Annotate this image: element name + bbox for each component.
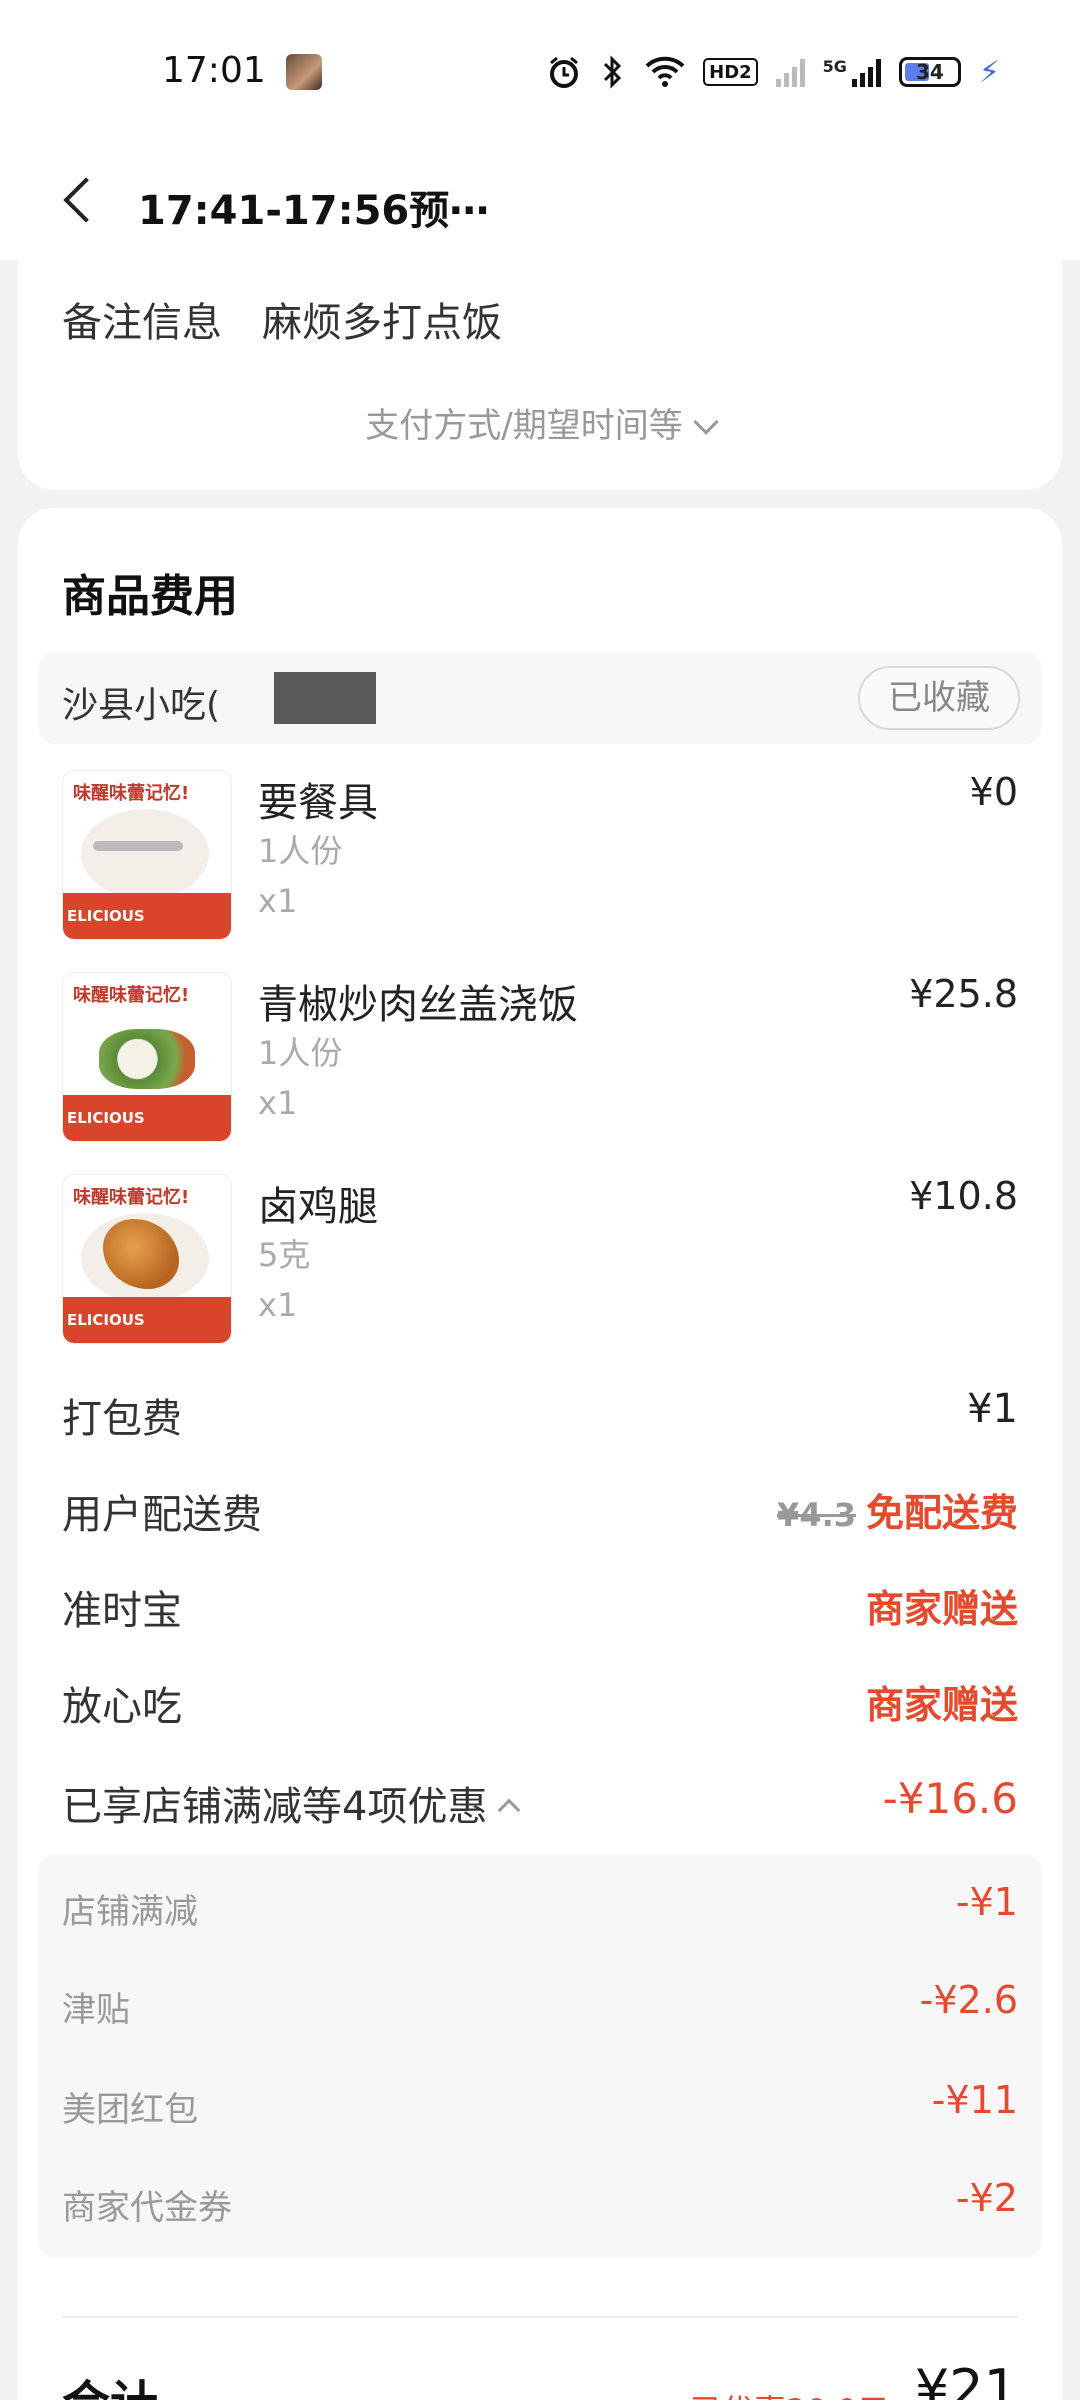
chevron-down-icon (693, 409, 719, 435)
discount-row: 商家代金券 -¥2 (62, 2170, 1018, 2230)
discount-value: -¥2.6 (919, 1978, 1018, 2022)
fee-value: ¥1 (967, 1386, 1018, 1432)
discount-label: 商家代金券 (62, 2188, 232, 2228)
signal-icon (775, 57, 805, 87)
battery-level: 34 (916, 60, 944, 84)
item-spec: 5克 (258, 1236, 311, 1274)
payment-time-expand-link[interactable]: 支付方式/期望时间等 (18, 398, 1062, 447)
remark-label: 备注信息 (62, 300, 222, 346)
list-item: 味醒味蕾记忆! ELICIOUS 青椒炒肉丝盖浇饭 1人份 x1 ¥25.8 (62, 972, 1018, 1142)
discount-label: 美团红包 (62, 2090, 198, 2130)
item-price: ¥10.8 (909, 1174, 1018, 1218)
thumb-footer-text: ELICIOUS (67, 907, 145, 925)
free-delivery-label: 免配送费 (865, 1491, 1018, 1535)
total-saved: 已优惠20.0元 (690, 2386, 889, 2400)
5g-label: 5G (822, 57, 847, 76)
item-price: ¥0 (969, 770, 1018, 814)
discount-label: 津贴 (62, 1990, 130, 2030)
status-icons: HD2 5G 34 ⚡ (547, 52, 1000, 92)
battery-icon: 34 (898, 57, 961, 87)
status-bar: 17:01 HD2 5G 34 ⚡ (0, 0, 1080, 140)
item-spec: 1人份 (258, 1034, 343, 1072)
hd-icon: HD2 (703, 58, 758, 86)
fee-value: 商家赠送 (865, 1587, 1018, 1631)
list-item: 味醒味蕾记忆! ELICIOUS 卤鸡腿 5克 x1 ¥10.8 (62, 1174, 1018, 1344)
fee-label: 打包费 (62, 1396, 182, 1442)
item-qty: x1 (258, 1084, 298, 1122)
status-time: 17:01 (162, 50, 266, 91)
discount-row: 津贴 -¥2.6 (62, 1972, 1018, 2032)
fee-value: 商家赠送 (865, 1683, 1018, 1727)
item-thumbnail: 味醒味蕾记忆! ELICIOUS (62, 1174, 232, 1344)
divider (62, 2316, 1018, 2318)
discount-row: 美团红包 -¥11 (62, 2072, 1018, 2132)
item-name: 卤鸡腿 (258, 1184, 378, 1230)
discount-value: -¥2 (955, 2176, 1018, 2220)
item-thumbnail: 味醒味蕾记忆! ELICIOUS (62, 972, 232, 1142)
original-delivery-fee: ¥4.3 (777, 1496, 856, 1534)
alarm-icon (547, 55, 581, 89)
shop-row[interactable]: 沙县小吃( 已收藏 (38, 652, 1042, 744)
page-title: 17:41-17:56预⋯ (138, 188, 490, 234)
total-label: 合计 (62, 2364, 158, 2400)
charging-icon: ⚡ (978, 54, 1000, 90)
fee-label: 用户配送费 (62, 1492, 262, 1538)
discount-row: 店铺满减 -¥1 (62, 1874, 1018, 1934)
fee-value: -¥16.6 (882, 1774, 1018, 1823)
thumb-banner-text: 味醒味蕾记忆! (73, 1187, 190, 1208)
wifi-icon (645, 55, 685, 89)
safe-eat-row: 放心吃 商家赠送 (62, 1668, 1018, 1730)
discount-summary-row[interactable]: 已享店铺满减等4项优惠 -¥16.6 (62, 1768, 1018, 1830)
5g-signal-icon: 5G (823, 57, 881, 87)
discount-value: -¥1 (955, 1880, 1018, 1924)
fee-label: 已享店铺满减等4项优惠 (62, 1774, 521, 1832)
goods-fee-card: 商品费用 沙县小吃( 已收藏 味醒味蕾记忆! ELICIOUS 要餐具 1人份 … (18, 508, 1062, 2400)
item-name: 青椒炒肉丝盖浇饭 (258, 982, 578, 1028)
remark-card: 备注信息 麻烦多打点饭 支付方式/期望时间等 (18, 260, 1062, 490)
favorited-button[interactable]: 已收藏 (858, 666, 1020, 730)
item-qty: x1 (258, 1286, 298, 1324)
item-name: 要餐具 (258, 780, 378, 826)
back-button[interactable] (50, 170, 110, 230)
redacted-shop-name (274, 672, 376, 724)
fee-label: 准时宝 (62, 1588, 182, 1634)
total-value: ¥21 (914, 2358, 1018, 2400)
item-price: ¥25.8 (909, 972, 1018, 1016)
remark-value[interactable]: 麻烦多打点饭 (262, 290, 502, 348)
discount-label: 店铺满减 (62, 1892, 198, 1932)
section-title: 商品费用 (62, 571, 238, 622)
discount-value: -¥11 (931, 2078, 1018, 2122)
notification-avatar-icon (286, 54, 322, 90)
item-thumbnail: 味醒味蕾记忆! ELICIOUS (62, 770, 232, 940)
thumb-banner-text: 味醒味蕾记忆! (73, 985, 190, 1006)
bluetooth-icon (599, 55, 627, 89)
item-qty: x1 (258, 882, 298, 920)
shop-name: 沙县小吃( (62, 685, 221, 726)
discount-details: 店铺满减 -¥1 津贴 -¥2.6 美团红包 -¥11 商家代金券 -¥2 (38, 1854, 1042, 2258)
fee-value: ¥4.3 免配送费 (777, 1482, 1018, 1537)
packing-fee-row: 打包费 ¥1 (62, 1380, 1018, 1442)
ontime-guarantee-row: 准时宝 商家赠送 (62, 1572, 1018, 1634)
delivery-fee-row: 用户配送费 ¥4.3 免配送费 (62, 1476, 1018, 1538)
fee-label: 放心吃 (62, 1684, 182, 1730)
thumb-footer-text: ELICIOUS (67, 1311, 145, 1329)
thumb-banner-text: 味醒味蕾记忆! (73, 783, 190, 804)
thumb-footer-text: ELICIOUS (67, 1109, 145, 1127)
discount-summary-label: 已享店铺满减等4项优惠 (62, 1784, 488, 1830)
list-item: 味醒味蕾记忆! ELICIOUS 要餐具 1人份 x1 ¥0 (62, 770, 1018, 940)
more-link-label: 支付方式/期望时间等 (365, 406, 683, 446)
page-header: 17:41-17:56预⋯ (0, 140, 1080, 260)
item-spec: 1人份 (258, 832, 343, 870)
chevron-up-icon (498, 1798, 521, 1822)
